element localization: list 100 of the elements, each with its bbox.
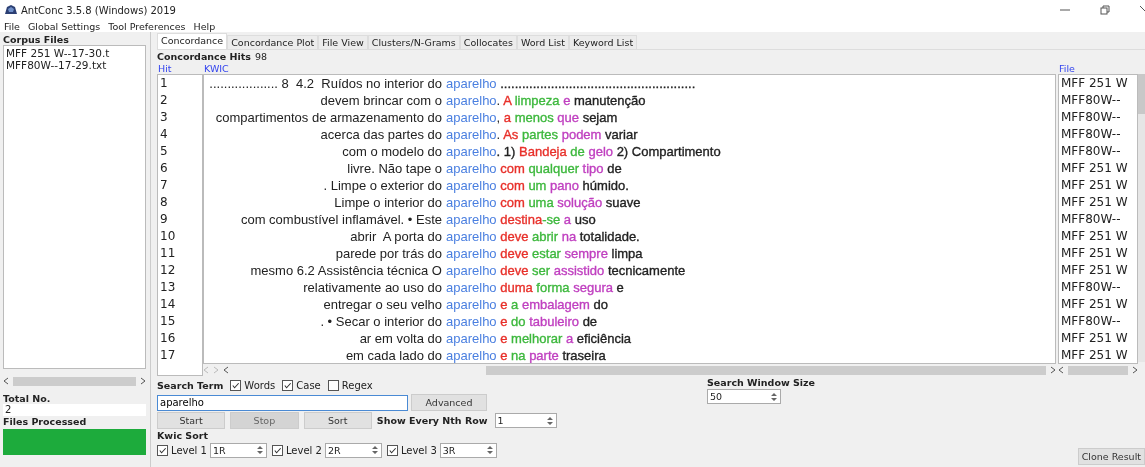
hit-number: 10 (159, 228, 177, 245)
file-name: MFF 251 W (1060, 75, 1129, 92)
context-word: partes (520, 127, 559, 142)
files-processed-label: Files Processed (3, 416, 88, 427)
scroll-left-icon[interactable] (223, 366, 229, 374)
left-context: livre. Não tape o (346, 160, 442, 177)
sort-level-spinner[interactable]: 3R (439, 442, 497, 458)
file-name: MFF 251 W (1060, 160, 1129, 177)
file-name: MFF 251 W (1060, 296, 1129, 313)
context-word: do (592, 297, 608, 312)
checkbox[interactable] (157, 444, 168, 456)
context-word: As (502, 127, 519, 142)
context-word: um (527, 178, 547, 193)
menu-item[interactable]: Global Settings (27, 20, 101, 32)
hit-number: 2 (159, 92, 169, 109)
scroll-right-icon[interactable] (1050, 366, 1056, 374)
context-word: pano (549, 178, 579, 193)
file-name: MFF 251 W (1060, 245, 1129, 262)
scrollbar-thumb[interactable] (1068, 365, 1128, 375)
file-name: MFF 251 W (1060, 347, 1129, 363)
scroll-right-icon[interactable] (1132, 366, 1138, 374)
scrollbar-thumb[interactable] (13, 376, 136, 386)
nth-row-spinner[interactable]: 1 (494, 413, 557, 428)
scroll-left-icon[interactable] (1058, 366, 1064, 374)
hit-number: 1 (159, 75, 169, 92)
tab[interactable]: Concordance (157, 33, 228, 49)
hit-number: 14 (159, 296, 177, 313)
checkbox[interactable] (282, 379, 294, 391)
context-word: húmido. (581, 178, 629, 193)
left-context: mesmo 6.2 Assistência técnica O (249, 262, 442, 279)
search-keyword: aparelho (446, 127, 497, 142)
context-word: melhorar (510, 331, 563, 346)
file-name: MFF 251 W (1060, 177, 1129, 194)
tab[interactable]: File View (318, 35, 368, 49)
context-word: menos (513, 110, 554, 125)
checkbox[interactable] (271, 444, 283, 456)
context-word: com (499, 178, 525, 193)
clone-results-button[interactable]: Clone Result (1077, 448, 1145, 465)
hit-number: 17 (159, 347, 177, 364)
menu-item[interactable]: Tool Preferences (108, 20, 186, 32)
column-header[interactable]: File (1058, 63, 1138, 74)
nth-row-label: Show Every Nth Row (376, 415, 488, 426)
context-word: ser (531, 263, 551, 278)
context-word: a (502, 110, 512, 125)
context-word: variar (604, 127, 638, 142)
checkbox-label: Level 2 (285, 444, 322, 456)
column-header[interactable]: KWIC (203, 63, 1056, 74)
menu-item[interactable]: File (4, 20, 20, 32)
search-keyword: aparelho (446, 229, 497, 244)
context-word: estar (531, 246, 561, 261)
tab[interactable]: Word List (516, 35, 569, 49)
action-button[interactable]: Start (157, 412, 226, 429)
hit-number: 5 (159, 143, 169, 160)
checkbox-label: Words (244, 379, 276, 391)
hit-number: 16 (159, 330, 177, 347)
context-word: que (556, 110, 580, 125)
hits-count: 98 (254, 51, 267, 62)
hit-number: 9 (159, 211, 169, 228)
scroll-left-icon[interactable] (3, 377, 9, 385)
hits-label: Concordance Hits (157, 51, 251, 62)
checkbox[interactable] (230, 379, 242, 391)
total-label: Total No. (3, 393, 52, 404)
search-field[interactable]: aparelho (157, 394, 408, 411)
checkbox-label: Case (296, 379, 321, 391)
search-keyword: aparelho (446, 195, 497, 210)
sort-level-spinner[interactable]: 2R (324, 442, 382, 458)
sort-level-spinner[interactable]: 1R (209, 442, 267, 458)
tab[interactable]: Keyword List (568, 35, 638, 49)
column-header[interactable]: Hit (157, 63, 203, 74)
context-word: deve (499, 229, 529, 244)
checkbox[interactable] (327, 379, 339, 391)
context-word: tipo (581, 161, 604, 176)
checkbox[interactable] (386, 444, 398, 456)
action-button[interactable]: Sort (303, 412, 372, 429)
corpus-file-item[interactable]: MFF80W--17-29.txt (6, 59, 143, 71)
context-word: suave (604, 195, 641, 210)
search-keyword: aparelho (446, 314, 497, 329)
file-name: MFF 251 W (1060, 194, 1129, 211)
search-keyword: aparelho (446, 297, 497, 312)
left-context: parede por trás do (334, 245, 442, 262)
window-size-spinner[interactable]: 50 (707, 389, 781, 404)
corpus-file-item[interactable]: MFF 251 W--17-30.t (6, 47, 143, 59)
tab[interactable]: Clusters/N-Grams (367, 35, 460, 49)
context-word: com (499, 161, 525, 176)
scrollbar-thumb[interactable] (486, 365, 1046, 375)
left-context: ................... 8 4.2 Ruídos no interior do (208, 75, 442, 92)
left-context: em cada lado do (344, 347, 442, 363)
advanced-button[interactable]: Advanced (411, 394, 487, 411)
search-keyword: aparelho (446, 110, 497, 125)
restore-icon[interactable] (1100, 5, 1110, 15)
vertical-scrollbar[interactable] (1138, 74, 1145, 362)
tab[interactable]: Concordance Plot (227, 35, 319, 49)
menu-item[interactable]: Help (193, 20, 216, 32)
context-word: totalidade. (578, 229, 640, 244)
context-word: limpa (610, 246, 643, 261)
context-word: limpeza (513, 93, 560, 108)
context-word: duma (499, 280, 533, 295)
tab[interactable]: Collocates (459, 35, 517, 49)
left-context: entregar o seu velho (322, 296, 442, 313)
scroll-right-icon[interactable] (140, 377, 146, 385)
